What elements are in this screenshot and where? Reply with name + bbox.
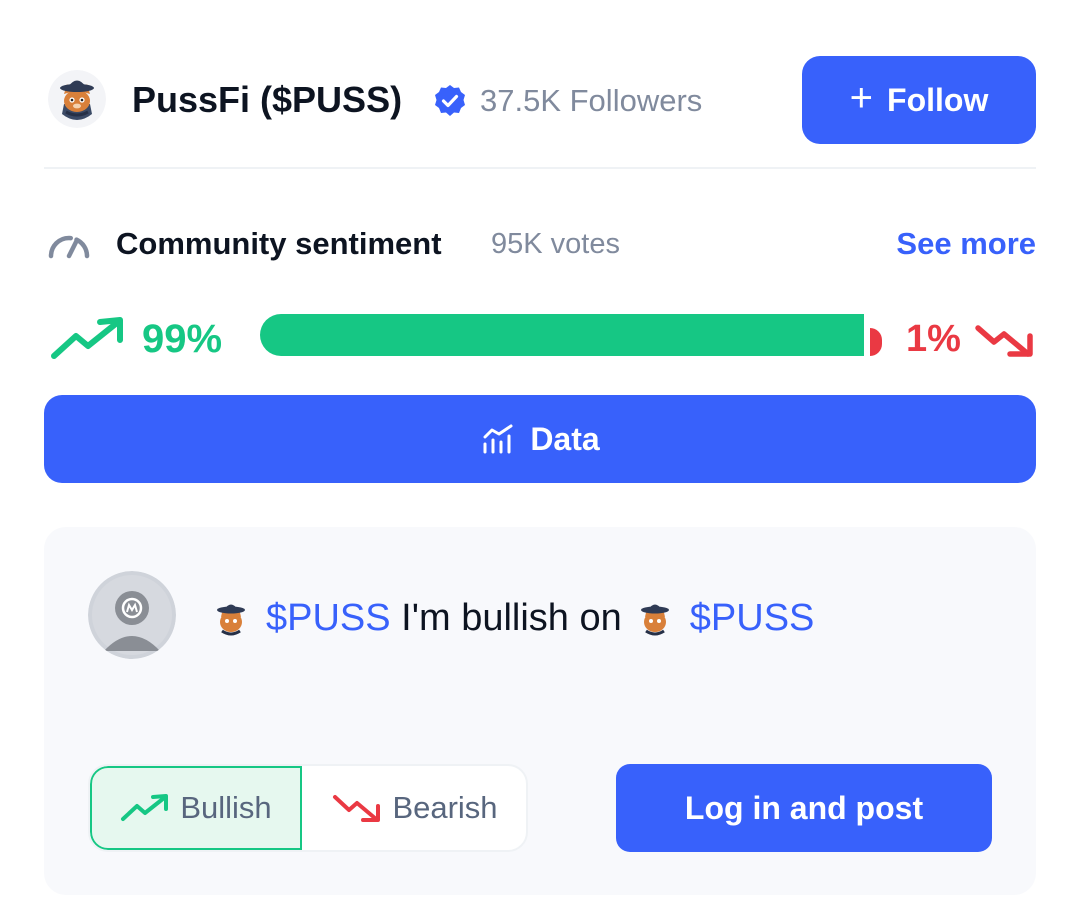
post-body: I'm bullish on — [390, 597, 622, 639]
votes-count: 95K votes — [491, 228, 620, 260]
login-and-post-button[interactable]: Log in and post — [616, 764, 992, 852]
trending-down-icon — [974, 320, 1034, 360]
verified-badge-icon — [432, 83, 468, 119]
trending-up-icon — [50, 316, 126, 362]
bearish-bar-fill — [870, 328, 882, 356]
bearish-option[interactable]: Bearish — [302, 766, 526, 850]
sentiment-header: Community sentiment 95K votes See more — [44, 222, 1036, 266]
bullish-option[interactable]: Bullish — [90, 766, 302, 850]
sentiment-bar — [260, 314, 890, 356]
cat-emoji-icon — [217, 604, 245, 636]
trending-up-icon — [121, 794, 169, 821]
see-more-link[interactable]: See more — [896, 222, 1036, 266]
ticker-mention[interactable]: $PUSS — [690, 593, 815, 643]
user-avatar — [88, 571, 176, 659]
cat-emoji-icon — [640, 604, 669, 636]
plus-icon: + — [849, 76, 874, 120]
bearish-label: Bearish — [392, 790, 498, 825]
chart-icon — [483, 424, 513, 454]
bearish-percent: 1% — [906, 318, 961, 360]
gauge-icon — [46, 228, 92, 260]
follow-label: Follow — [887, 81, 989, 118]
ticker-mention[interactable]: $PUSS — [266, 593, 391, 643]
post-text[interactable]: $PUSS I'm bullish on $PUSS — [210, 593, 814, 643]
sentiment-toggle: Bullish Bearish — [88, 764, 528, 852]
data-button[interactable]: Data — [44, 395, 1036, 483]
data-label: Data — [530, 420, 600, 457]
sentiment-title: Community sentiment — [116, 226, 442, 261]
bullish-percent: 99% — [142, 317, 223, 361]
trending-down-icon — [333, 795, 381, 822]
follow-button[interactable]: + Follow — [802, 56, 1036, 144]
followers-count: 37.5K Followers — [480, 83, 703, 118]
coin-avatar-icon[interactable] — [48, 70, 106, 128]
divider — [44, 167, 1036, 169]
bullish-label: Bullish — [180, 790, 272, 825]
coin-header: PussFi ($PUSS) 37.5K Followers + Follow — [44, 56, 1036, 144]
sentiment-bar-row: 99% 1% — [44, 310, 1036, 366]
bullish-bar-fill — [260, 314, 864, 356]
coin-title: PussFi ($PUSS) — [132, 79, 403, 120]
post-composer-card: $PUSS I'm bullish on $PUSS Bullish Beari… — [44, 527, 1036, 895]
